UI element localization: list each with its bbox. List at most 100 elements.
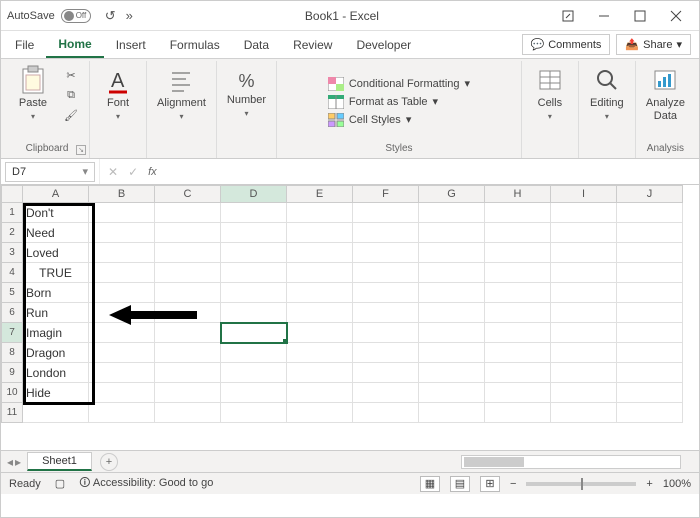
cell-A8[interactable]: Dragon: [23, 343, 89, 363]
cell-E11[interactable]: [287, 403, 353, 423]
cell-G6[interactable]: [419, 303, 485, 323]
cell-B4[interactable]: [89, 263, 155, 283]
cell-E7[interactable]: [287, 323, 353, 343]
cell-H7[interactable]: [485, 323, 551, 343]
cell-H4[interactable]: [485, 263, 551, 283]
zoom-slider[interactable]: [526, 482, 636, 486]
format-painter-icon[interactable]: 🖌: [61, 107, 81, 123]
cell-C4[interactable]: [155, 263, 221, 283]
scroll-thumb[interactable]: [464, 457, 524, 467]
cell-H10[interactable]: [485, 383, 551, 403]
cell-F6[interactable]: [353, 303, 419, 323]
more-icon[interactable]: »: [126, 8, 133, 24]
cell-F1[interactable]: [353, 203, 419, 223]
cell-F2[interactable]: [353, 223, 419, 243]
row-header-7[interactable]: 7: [1, 323, 23, 343]
tab-review[interactable]: Review: [281, 31, 344, 58]
cell-J8[interactable]: [617, 343, 683, 363]
alignment-button[interactable]: Alignment ▾: [153, 63, 210, 123]
tab-data[interactable]: Data: [232, 31, 281, 58]
cell-G7[interactable]: [419, 323, 485, 343]
cell-I8[interactable]: [551, 343, 617, 363]
cell-D4[interactable]: [221, 263, 287, 283]
cell-H11[interactable]: [485, 403, 551, 423]
col-header-G[interactable]: G: [419, 185, 485, 203]
cell-B1[interactable]: [89, 203, 155, 223]
tab-developer[interactable]: Developer: [344, 31, 423, 58]
cell-E4[interactable]: [287, 263, 353, 283]
cell-E8[interactable]: [287, 343, 353, 363]
cell-H5[interactable]: [485, 283, 551, 303]
cell-A7[interactable]: Imagin: [23, 323, 89, 343]
cell-J9[interactable]: [617, 363, 683, 383]
page-layout-view-icon[interactable]: ▤: [450, 476, 470, 492]
row-header-3[interactable]: 3: [1, 243, 23, 263]
cell-A4[interactable]: TRUE: [23, 263, 89, 283]
page-break-view-icon[interactable]: ⊞: [480, 476, 500, 492]
cell-styles-button[interactable]: Cell Styles ▾: [326, 112, 414, 128]
cell-D10[interactable]: [221, 383, 287, 403]
analyze-data-button[interactable]: Analyze Data: [642, 63, 689, 124]
cell-D5[interactable]: [221, 283, 287, 303]
cell-J1[interactable]: [617, 203, 683, 223]
row-header-4[interactable]: 4: [1, 263, 23, 283]
cell-G2[interactable]: [419, 223, 485, 243]
share-button[interactable]: 📤Share ▾: [616, 34, 691, 55]
cell-H2[interactable]: [485, 223, 551, 243]
cell-D8[interactable]: [221, 343, 287, 363]
zoom-out-icon[interactable]: −: [510, 478, 516, 490]
cell-B2[interactable]: [89, 223, 155, 243]
prev-sheet-icon[interactable]: ◂: [7, 455, 13, 469]
cell-F8[interactable]: [353, 343, 419, 363]
normal-view-icon[interactable]: ▦: [420, 476, 440, 492]
cell-B3[interactable]: [89, 243, 155, 263]
cell-B11[interactable]: [89, 403, 155, 423]
macro-record-icon[interactable]: ▢: [55, 477, 65, 490]
cell-G4[interactable]: [419, 263, 485, 283]
cell-F4[interactable]: [353, 263, 419, 283]
cell-I4[interactable]: [551, 263, 617, 283]
close-icon[interactable]: [659, 4, 693, 28]
cell-C3[interactable]: [155, 243, 221, 263]
font-button[interactable]: A Font ▾: [96, 63, 140, 123]
cell-I5[interactable]: [551, 283, 617, 303]
col-header-I[interactable]: I: [551, 185, 617, 203]
minimize-icon[interactable]: [587, 4, 621, 28]
cell-J7[interactable]: [617, 323, 683, 343]
zoom-in-icon[interactable]: +: [646, 478, 652, 490]
horizontal-scrollbar[interactable]: [461, 455, 681, 469]
cell-E2[interactable]: [287, 223, 353, 243]
cell-G1[interactable]: [419, 203, 485, 223]
cell-H8[interactable]: [485, 343, 551, 363]
cell-D11[interactable]: [221, 403, 287, 423]
row-header-6[interactable]: 6: [1, 303, 23, 323]
comments-button[interactable]: 💬Comments: [522, 34, 611, 55]
cancel-formula-icon[interactable]: ✕: [108, 165, 118, 179]
cell-H3[interactable]: [485, 243, 551, 263]
cell-G11[interactable]: [419, 403, 485, 423]
cell-E3[interactable]: [287, 243, 353, 263]
col-header-D[interactable]: D: [221, 185, 287, 203]
next-sheet-icon[interactable]: ▸: [15, 455, 21, 469]
fx-icon[interactable]: fx: [148, 166, 157, 178]
cell-I6[interactable]: [551, 303, 617, 323]
cell-E1[interactable]: [287, 203, 353, 223]
cell-I11[interactable]: [551, 403, 617, 423]
cell-C7[interactable]: [155, 323, 221, 343]
col-header-E[interactable]: E: [287, 185, 353, 203]
cell-J2[interactable]: [617, 223, 683, 243]
cell-I2[interactable]: [551, 223, 617, 243]
cell-B6[interactable]: [89, 303, 155, 323]
tab-file[interactable]: File: [3, 31, 46, 58]
cell-G5[interactable]: [419, 283, 485, 303]
cell-A5[interactable]: Born: [23, 283, 89, 303]
cell-E6[interactable]: [287, 303, 353, 323]
tab-formulas[interactable]: Formulas: [158, 31, 232, 58]
cell-H9[interactable]: [485, 363, 551, 383]
cell-G10[interactable]: [419, 383, 485, 403]
cell-C10[interactable]: [155, 383, 221, 403]
copy-icon[interactable]: ⧉: [61, 87, 81, 103]
cell-F11[interactable]: [353, 403, 419, 423]
cell-C8[interactable]: [155, 343, 221, 363]
cell-B10[interactable]: [89, 383, 155, 403]
